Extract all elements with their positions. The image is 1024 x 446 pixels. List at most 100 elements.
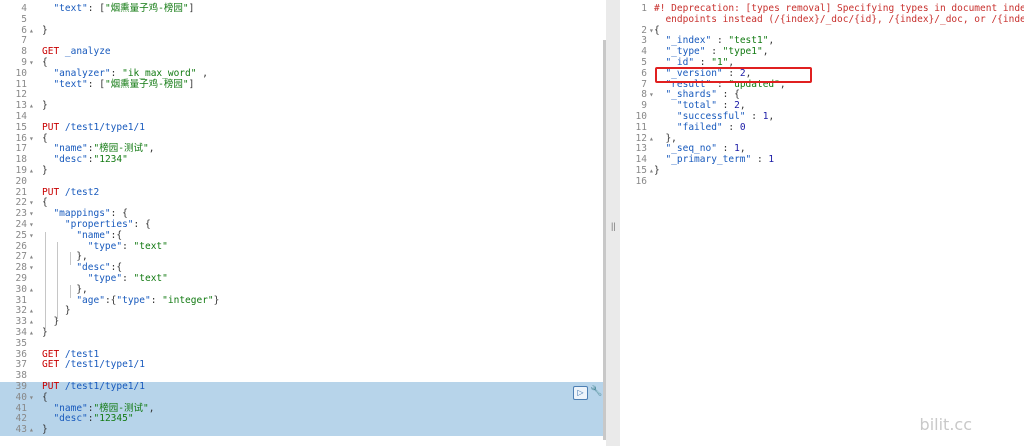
token: :: [716, 143, 735, 155]
code-line[interactable]: 16: [620, 175, 1024, 188]
fold-open-icon[interactable]: ▾: [29, 209, 37, 220]
code-line[interactable]: 31 "age":{"type": "integer"}: [0, 294, 606, 307]
code-line[interactable]: 34 ▴}: [0, 327, 606, 339]
token: :: [150, 294, 163, 306]
code-text: endpoints instead (/{index}/_doc/{id}, /…: [654, 14, 1024, 26]
fold-close-icon[interactable]: ▴: [29, 285, 37, 296]
token: "ik_max_word": [122, 67, 197, 79]
token: "analyzer": [53, 67, 111, 79]
fold-open-icon[interactable]: ▾: [29, 198, 37, 209]
divider-grip-icon[interactable]: ||: [611, 221, 616, 231]
line-number: 43: [15, 424, 27, 436]
token: {: [42, 391, 48, 403]
code-text: PUT /test2: [42, 187, 99, 199]
code-line[interactable]: 8 GET _analyze: [0, 46, 606, 58]
token: PUT: [42, 381, 65, 392]
line-number: 16: [635, 175, 647, 187]
token: }: [42, 24, 48, 36]
fold-open-icon[interactable]: ▾: [29, 58, 37, 69]
token: "mappings": [53, 208, 111, 220]
fold-close-icon[interactable]: ▴: [29, 328, 37, 339]
code-line[interactable]: 21 PUT /test2: [0, 187, 606, 199]
wrench-icon[interactable]: 🔧: [590, 386, 602, 398]
token: GET: [42, 348, 65, 360]
code-line[interactable]: endpoints instead (/{index}/_doc/{id}, /…: [620, 14, 1024, 26]
fold-close-icon[interactable]: ▴: [29, 306, 37, 317]
token: "successful": [676, 111, 746, 122]
token: "1234": [93, 154, 128, 166]
token: /test1/type1/1: [64, 381, 145, 392]
token: :: [745, 111, 763, 122]
token: "_type": [665, 46, 706, 58]
code-line[interactable]: 14 "_primary_term" : 1: [620, 154, 1024, 166]
code-line[interactable]: 4 "text": ["烟熏量子鸡-榜园"]: [0, 3, 606, 15]
fold-close-icon[interactable]: ▴: [29, 26, 37, 37]
token: "name": [76, 229, 111, 241]
fold-close-icon[interactable]: ▴: [29, 101, 37, 112]
code-line[interactable]: 33 ▴ }: [0, 316, 606, 328]
fold-open-icon[interactable]: ▾: [29, 134, 37, 145]
code-text: "_primary_term" : 1: [654, 154, 774, 166]
indent-guide: [57, 242, 58, 319]
line-number: 30: [15, 283, 27, 295]
indent-guide: [45, 232, 46, 330]
token: /test1/type1/1: [64, 359, 145, 371]
play-icon[interactable]: ▷: [573, 386, 588, 400]
fold-close-icon[interactable]: ▴: [29, 425, 37, 436]
token: :: [705, 46, 723, 58]
code-line[interactable]: 42 "desc":"12345": [0, 413, 606, 426]
token: "text": [133, 240, 168, 252]
code-text: "desc":"1234": [42, 154, 128, 166]
code-line[interactable]: 11 "failed" : 0: [620, 121, 1024, 134]
token: "烟熏量子鸡-榜园": [104, 3, 189, 14]
code-line[interactable]: 5: [0, 13, 606, 26]
code-line[interactable]: 6 ▴}: [0, 24, 606, 37]
token: :{: [104, 294, 117, 306]
fold-close-icon[interactable]: ▴: [29, 317, 37, 328]
code-line[interactable]: 37 GET /test1/type1/1: [0, 359, 606, 371]
token: :{: [110, 229, 123, 241]
code-line[interactable]: 39 PUT /test1/type1/1: [0, 381, 606, 393]
code-line[interactable]: 19 ▴}: [0, 165, 606, 177]
fold-close-icon[interactable]: ▴: [29, 252, 37, 263]
code-line[interactable]: 32 ▴ }: [0, 305, 606, 317]
code-line[interactable]: 15 PUT /test1/type1/1: [0, 122, 606, 134]
fold-open-icon[interactable]: ▾: [29, 220, 37, 231]
code-text: GET /test1/type1/1: [42, 359, 145, 371]
token: "integer": [162, 294, 214, 306]
fold-open-icon[interactable]: ▾: [29, 393, 37, 404]
token: "type": [87, 240, 123, 252]
line-number: 6: [641, 67, 647, 79]
code-line[interactable]: 13 ▴}: [0, 100, 606, 112]
fold-close-icon[interactable]: ▴: [29, 166, 37, 177]
code-text: "text": ["烟熏量子鸡-榜园"]: [42, 3, 194, 15]
fold-open-icon[interactable]: ▾: [29, 263, 37, 274]
code-text: }: [42, 424, 48, 436]
line-number: 5: [21, 13, 27, 25]
code-line[interactable]: 18 "desc":"1234": [0, 154, 606, 166]
code-line[interactable]: 12: [0, 90, 606, 101]
token: "failed": [676, 121, 723, 133]
code-line[interactable]: 15 ▴}: [620, 165, 1024, 177]
code-line[interactable]: 11 "text": ["烟熏量子鸡-榜园"]: [0, 79, 606, 91]
token: "desc": [53, 413, 88, 425]
fold-open-icon[interactable]: ▾: [29, 231, 37, 242]
token: "type": [87, 273, 123, 284]
token: "_primary_term": [665, 154, 752, 166]
token: /test1: [64, 348, 100, 360]
token: : {: [716, 89, 740, 101]
code-line[interactable]: 29 "type": "text": [0, 273, 606, 285]
token: : {: [133, 219, 151, 230]
code-line[interactable]: 26 "type": "text": [0, 240, 606, 253]
token: },: [42, 251, 88, 263]
code-text: "text": ["烟熏量子鸡-榜园"]: [42, 79, 194, 91]
request-editor[interactable]: 4 "text": ["烟熏量子鸡-榜园"] 5 6 ▴} 7 8 GET _analyze…: [0, 0, 606, 446]
code-line[interactable]: 43 ▴}: [0, 424, 606, 436]
